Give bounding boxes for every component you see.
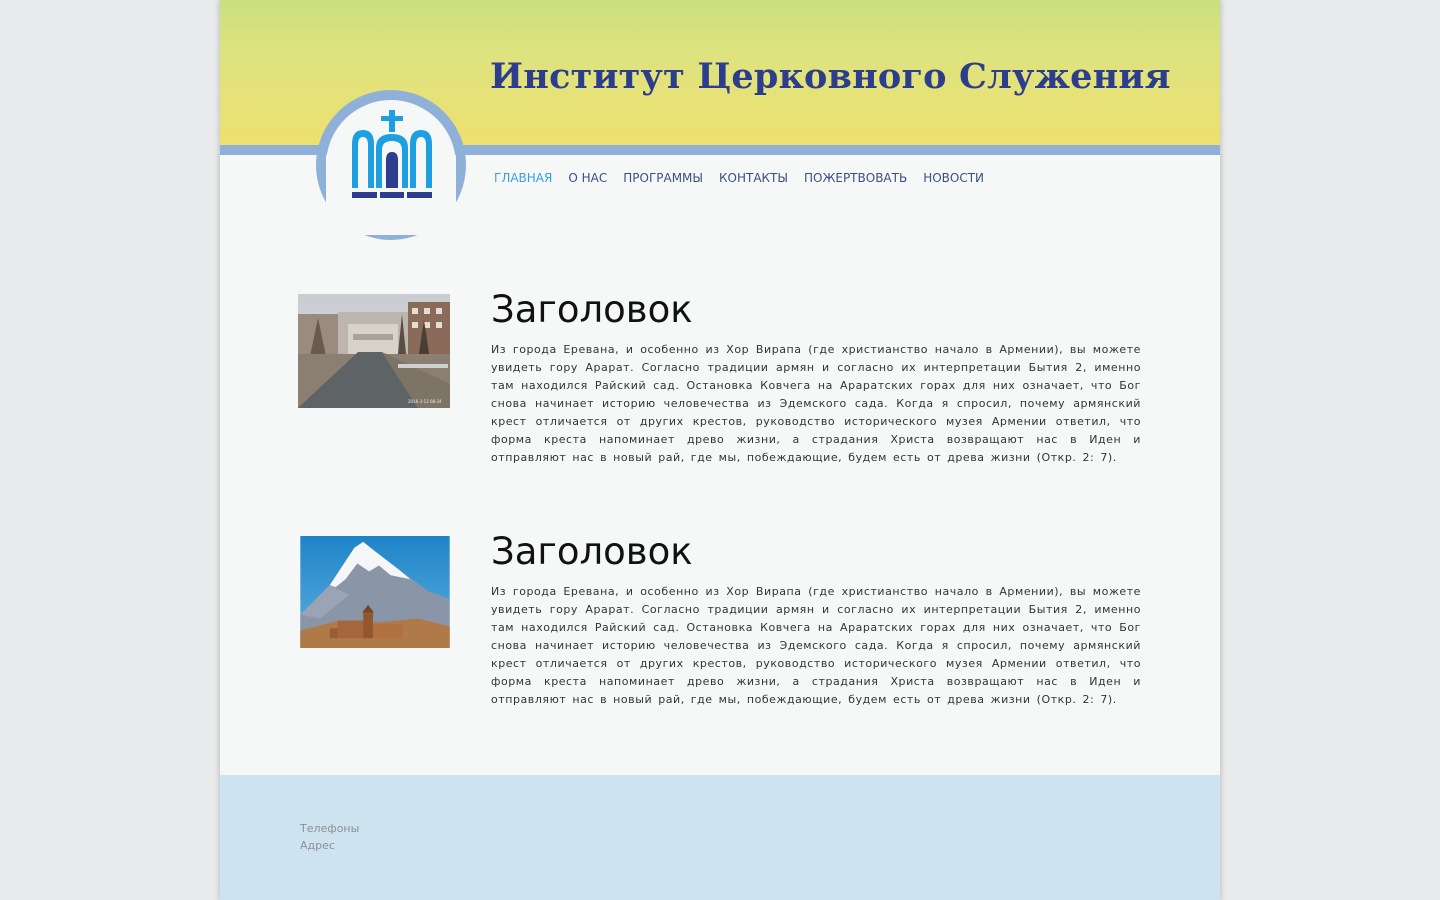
nav-item-about[interactable]: О НАС xyxy=(568,171,607,185)
mount-ararat-khor-virap-photo[interactable] xyxy=(300,536,450,648)
nav-item-news[interactable]: НОВОСТИ xyxy=(923,171,984,185)
nav-item-home[interactable]: ГЛАВНАЯ xyxy=(494,171,552,185)
photo-date-stamp: 2016-3-13 08:34 xyxy=(408,399,442,404)
yerevan-cascade-photo[interactable]: 2016-3-13 08:34 xyxy=(298,294,450,408)
article-heading: Заголовок xyxy=(491,288,693,331)
church-arches-cross-icon[interactable] xyxy=(350,110,434,202)
nav-item-programs[interactable]: ПРОГРАММЫ xyxy=(623,171,703,185)
nav-item-donate[interactable]: ПОЖЕРТВОВАТЬ xyxy=(804,171,907,185)
article-text: Из города Еревана, и особенно из Хор Вир… xyxy=(491,585,1141,706)
article-heading: Заголовок xyxy=(491,530,693,573)
nav-item-contacts[interactable]: КОНТАКТЫ xyxy=(719,171,788,185)
main-nav: ГЛАВНАЯ О НАС ПРОГРАММЫ КОНТАКТЫ ПОЖЕРТВ… xyxy=(494,171,984,185)
footer-address[interactable]: Адрес xyxy=(300,839,335,852)
footer-phones[interactable]: Телефоны xyxy=(300,822,359,835)
page-container: Институт Церковного Служения ГЛАВНАЯ О Н… xyxy=(220,0,1220,900)
footer: Телефоны Адрес xyxy=(220,775,1220,900)
site-title: Институт Церковного Служения xyxy=(490,56,1171,97)
article-text: Из города Еревана, и особенно из Хор Вир… xyxy=(491,343,1141,464)
